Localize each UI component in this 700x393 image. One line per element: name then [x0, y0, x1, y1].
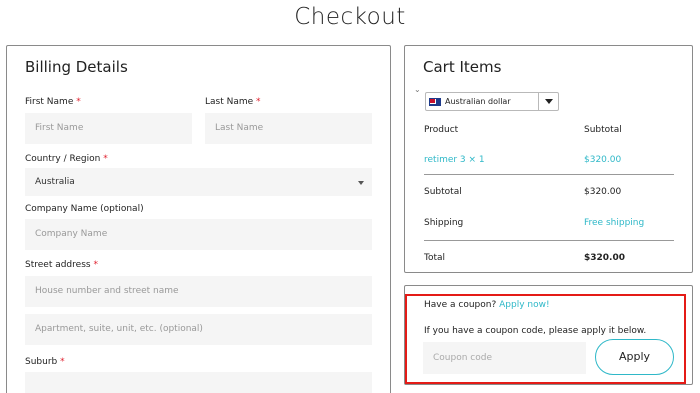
company-field[interactable]: Company Name [25, 219, 372, 250]
chevron-down-icon [358, 181, 364, 185]
subtotal-label: Subtotal [424, 187, 462, 197]
first-name-label: First Name * [25, 97, 81, 107]
apply-now-link[interactable]: Apply now! [499, 300, 549, 310]
street-placeholder: House number and street name [35, 286, 179, 296]
last-name-placeholder: Last Name [215, 123, 264, 133]
cart-heading: Cart Items [423, 58, 502, 76]
street-field[interactable]: House number and street name [25, 276, 372, 307]
first-name-field[interactable]: First Name [25, 113, 192, 144]
first-name-placeholder: First Name [35, 123, 84, 133]
chevron-down-icon[interactable]: ⌄ [414, 85, 421, 94]
dropdown-arrow-icon[interactable] [538, 93, 558, 110]
currency-value: Australian dollar [445, 97, 511, 106]
shipping-value: Free shipping [584, 218, 645, 228]
apartment-field[interactable]: Apartment, suite, unit, etc. (optional) [25, 314, 372, 345]
cart-item-price: $320.00 [584, 155, 622, 165]
total-label: Total [424, 253, 446, 263]
coupon-prompt: Have a coupon? Apply now! [424, 300, 550, 310]
coupon-code-input[interactable]: Coupon code [423, 342, 586, 374]
coupon-instruction: If you have a coupon code, please apply … [424, 326, 647, 336]
shipping-label: Shipping [424, 218, 464, 228]
last-name-label: Last Name * [205, 97, 261, 107]
divider [424, 240, 674, 241]
company-label: Company Name (optional) [25, 204, 144, 214]
currency-select[interactable]: Australian dollar [425, 92, 559, 111]
subtotal-header: Subtotal [584, 125, 622, 135]
apply-coupon-button[interactable]: Apply [595, 339, 674, 375]
street-label: Street address * [25, 260, 98, 270]
subtotal-value: $320.00 [584, 187, 622, 197]
australia-flag-icon [429, 98, 441, 106]
billing-heading: Billing Details [25, 58, 128, 76]
suburb-label: Suburb * [25, 357, 65, 367]
coupon-placeholder: Coupon code [433, 353, 492, 363]
billing-details-panel: Billing Details First Name * First Name … [6, 45, 391, 393]
country-label: Country / Region * [25, 154, 108, 164]
divider [424, 174, 674, 175]
last-name-field[interactable]: Last Name [205, 113, 372, 144]
product-header: Product [424, 125, 459, 135]
cart-item-name[interactable]: retimer 3 × 1 [424, 155, 485, 165]
suburb-field[interactable] [25, 372, 372, 393]
cart-items-panel: Cart Items ⌄ Australian dollar Product S… [404, 45, 693, 273]
country-value: Australia [35, 177, 75, 187]
page-title: Checkout [294, 4, 406, 30]
apartment-placeholder: Apartment, suite, unit, etc. (optional) [35, 324, 203, 334]
total-value: $320.00 [584, 253, 625, 263]
company-placeholder: Company Name [35, 229, 108, 239]
country-select[interactable]: Australia [25, 168, 372, 196]
